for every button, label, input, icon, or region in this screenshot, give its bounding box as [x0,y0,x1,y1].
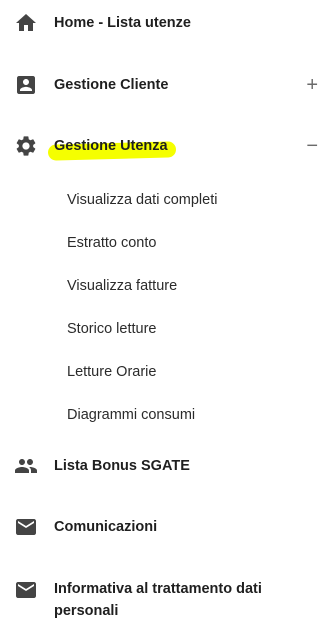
submenu-item-letture-orarie[interactable]: Letture Orarie [67,362,156,382]
menu-item-informativa[interactable]: Informativa al trattamento dati personal… [0,578,328,622]
home-icon [14,11,38,35]
submenu-item-estratto-conto[interactable]: Estratto conto [67,233,156,253]
menu-item-comunicazioni-label: Comunicazioni [54,519,158,535]
submenu-item-storico-letture[interactable]: Storico letture [67,319,156,339]
mail-icon [14,578,38,602]
menu-item-gestione-cliente-label: Gestione Cliente [54,77,169,93]
mail-icon [14,515,38,539]
menu-item-informativa-label: Informativa al trattamento dati personal… [54,581,262,619]
submenu-item-visualizza-dati-completi[interactable]: Visualizza dati completi [67,190,217,210]
menu-item-gestione-utenza-label: Gestione Utenza [54,138,168,154]
submenu-item-diagrammi-consumi[interactable]: Diagrammi consumi [67,405,195,425]
sidebar-menu: Home - Lista utenze Gestione Cliente + G… [0,0,328,628]
account-box-icon [14,73,38,97]
menu-item-gestione-utenza[interactable]: Gestione Utenza − [0,133,328,159]
menu-item-lista-bonus-sgate-label: Lista Bonus SGATE [54,458,190,474]
menu-item-lista-bonus-sgate[interactable]: Lista Bonus SGATE [0,453,328,479]
menu-item-home-label: Home - Lista utenze [54,15,191,31]
expand-toggle-gestione-cliente[interactable]: + [306,75,318,95]
menu-item-home[interactable]: Home - Lista utenze [0,10,328,36]
gear-icon [14,134,38,158]
menu-item-comunicazioni[interactable]: Comunicazioni [0,514,328,540]
people-icon [14,454,38,478]
menu-item-gestione-cliente[interactable]: Gestione Cliente + [0,72,328,98]
collapse-toggle-gestione-utenza[interactable]: − [306,136,318,156]
submenu-item-visualizza-fatture[interactable]: Visualizza fatture [67,276,177,296]
